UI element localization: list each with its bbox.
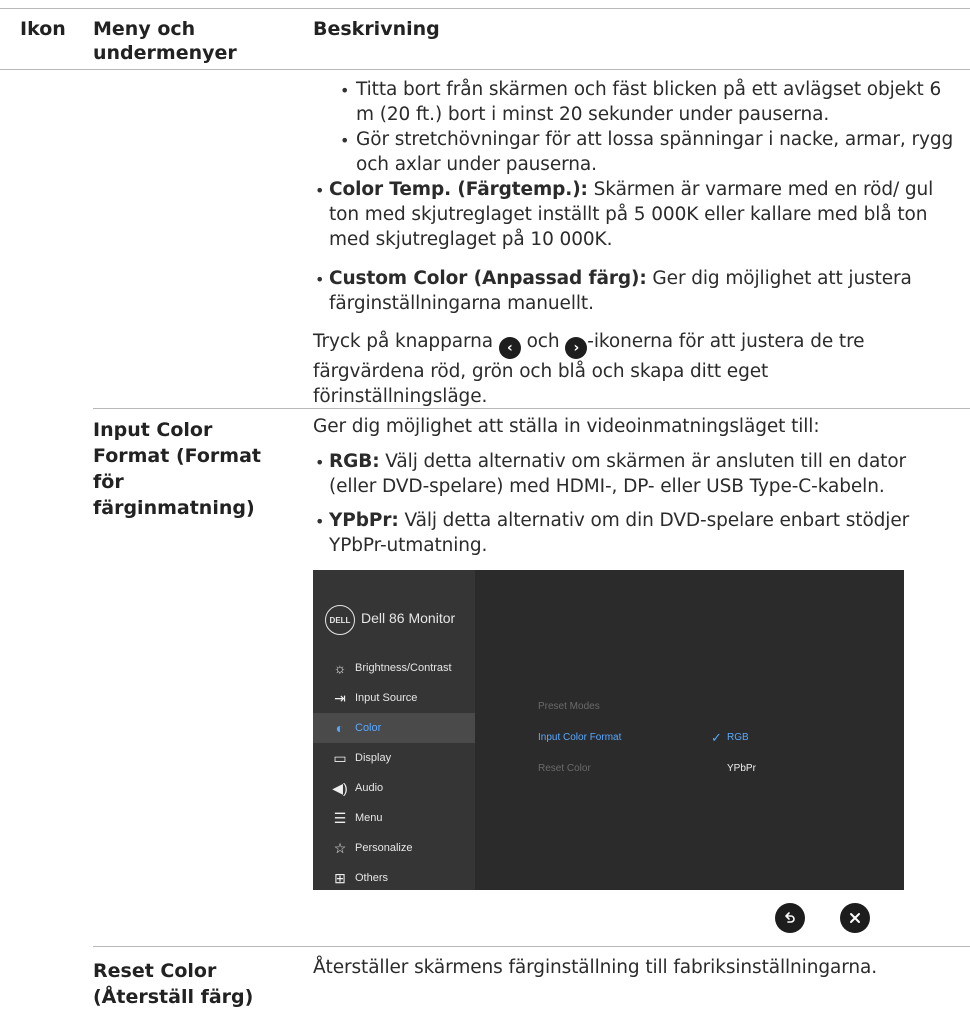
custom-color-paragraph: Custom Color (Anpassad färg): Ger dig mö… [329,266,954,316]
osd-item-audio[interactable]: ◀) Audio [313,773,475,803]
sub-bullet-1: Titta bort från skärmen och fäst blicken… [356,79,942,125]
osd-option-ypbpr[interactable]: YPbPr [727,763,756,774]
dell-logo: DELL [325,605,355,635]
col-header-menu: Meny och undermenyer [93,18,237,64]
rgb-text: Välj detta alternativ om skärmen är ansl… [329,451,907,497]
osd-item-input-source[interactable]: ⇥ Input Source [313,683,475,713]
top-rule [0,8,970,9]
bullet-dot-custom-color: • [315,270,325,289]
sub-bullet-dot-1: • [340,81,350,100]
input-source-icon: ⇥ [334,689,346,706]
osd-item-label: Brightness/Contrast [355,662,452,674]
osd-item-personalize[interactable]: ☆ Personalize [313,833,475,863]
osd-item-display[interactable]: ▭ Display [313,743,475,773]
close-icon [850,913,860,923]
palette-icon: ◐ [335,720,345,736]
osd-item-brightness-contrast[interactable]: ☼ Brightness/Contrast [313,653,475,683]
osd-item-label: Personalize [355,842,413,854]
rgb-paragraph: RGB: Välj detta alternativ om skärmen är… [329,449,959,499]
star-icon: ☆ [333,839,347,856]
display-icon: ▭ [333,749,347,766]
osd-item-label: Audio [355,782,384,794]
osd-item-label: Menu [355,812,383,824]
color-temp-term: Color Temp. (Färgtemp.): [329,179,588,200]
osd-item-label: Input Source [355,692,418,704]
bullet-dot-color-temp: • [315,181,325,200]
osd-title: Dell 86 Monitor [361,610,456,626]
custom-color-term: Custom Color (Anpassad färg): [329,268,647,289]
osd-option-rgb[interactable]: RGB [727,732,749,743]
chevron-right-icon: › [565,337,588,359]
color-temp-paragraph: Color Temp. (Färgtemp.): Skärmen är varm… [329,177,954,252]
osd-sub-reset-color[interactable]: Reset Color [538,763,591,774]
sub-bullet-2: Gör stretchövningar för att lossa spänni… [356,129,954,175]
bullet-dot-ypbpr: • [315,512,325,531]
ypbpr-term: YPbPr: [329,510,399,531]
osd-sub-preset-modes[interactable]: Preset Modes [538,701,600,712]
press-text-b: och [520,331,566,352]
rgb-term: RGB: [329,451,380,472]
bullet-dot-rgb: • [315,453,325,472]
brightness-icon: ☼ [333,660,347,676]
col-header-description: Beskrivning [313,18,440,40]
others-icon: ⊞ [334,869,346,886]
ypbpr-text: Välj detta alternativ om din DVD-spelare… [329,510,910,556]
check-icon: ✓ [711,730,722,745]
input-color-format-label: Input Color Format (Format för färginmat… [93,419,261,519]
col-header-icon: Ikon [20,18,66,40]
reset-color-label: Reset Color (Återställ färg) [93,960,254,1008]
header-rule [0,69,970,70]
menu-icon: ☰ [333,809,347,826]
press-text-a: Tryck på knapparna [313,331,499,352]
sub-bullet-dot-2: • [340,131,350,150]
row-rule-input-color [93,408,970,409]
osd-item-menu[interactable]: ☰ Menu [313,803,475,833]
osd-item-label: Others [355,872,389,884]
osd-menu-screenshot: DELL Dell 86 Monitor ☼ Brightness/Contra… [313,570,904,890]
osd-sub-input-color-format[interactable]: Input Color Format [538,732,621,743]
reset-color-text: Återställer skärmens färginställning til… [313,957,878,978]
press-buttons-paragraph: Tryck på knapparna ‹ och › -ikonerna för … [313,329,883,409]
close-button[interactable] [840,903,870,933]
back-button[interactable] [775,903,805,933]
row-rule-reset-color [93,946,970,947]
osd-sidebar: DELL Dell 86 Monitor ☼ Brightness/Contra… [313,570,475,890]
speaker-icon: ◀) [332,779,348,796]
ypbpr-paragraph: YPbPr: Välj detta alternativ om din DVD-… [329,508,959,558]
osd-item-others[interactable]: ⊞ Others [313,863,475,893]
osd-item-label: Display [355,752,392,764]
input-color-format-intro: Ger dig möjlighet att ställa in videoinm… [313,416,820,437]
osd-item-color[interactable]: ◐ Color [313,713,475,743]
osd-item-label: Color [355,722,382,734]
chevron-left-icon: ‹ [498,337,521,359]
back-icon [785,912,795,923]
